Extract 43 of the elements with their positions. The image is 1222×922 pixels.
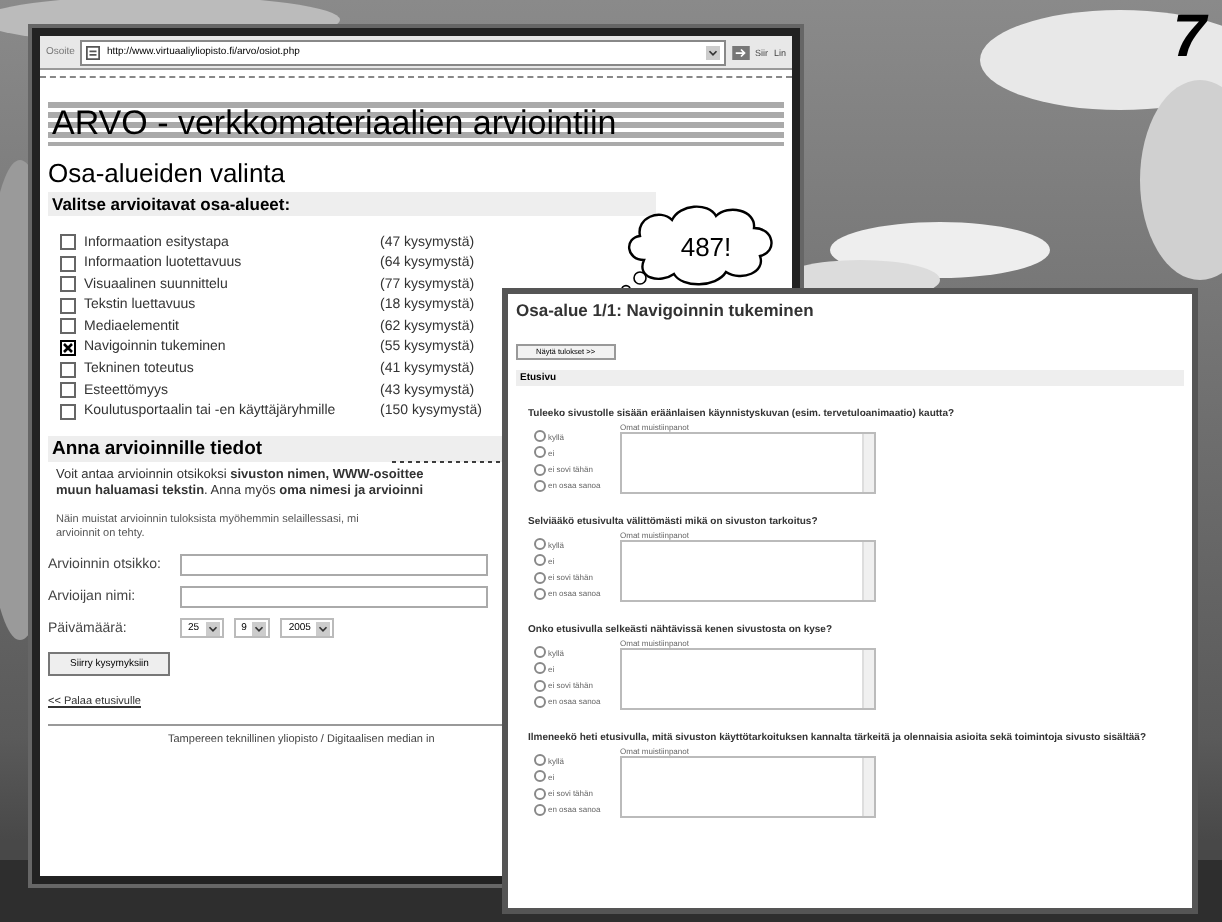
- checkbox[interactable]: [60, 297, 76, 314]
- radio-button[interactable]: [534, 695, 546, 708]
- radio-button[interactable]: [534, 770, 546, 783]
- radio-button[interactable]: [534, 463, 546, 476]
- checkbox[interactable]: [60, 361, 76, 378]
- checkbox[interactable]: [60, 403, 76, 420]
- radio-button[interactable]: [534, 587, 546, 600]
- radio-button[interactable]: [534, 787, 546, 800]
- radio-button[interactable]: [534, 479, 546, 492]
- radio-button[interactable]: [534, 646, 546, 658]
- page-icon: [86, 45, 101, 59]
- radio-button[interactable]: [534, 662, 546, 675]
- notes-field[interactable]: [620, 540, 876, 602]
- dropdown-icon[interactable]: [706, 45, 721, 59]
- radio-button[interactable]: [534, 446, 546, 459]
- page-heading: Osa-alueiden valinta: [48, 158, 288, 188]
- input-field[interactable]: [180, 585, 488, 607]
- checkbox[interactable]: [60, 339, 76, 356]
- notes-field[interactable]: [620, 432, 876, 494]
- arrow-icon: [732, 45, 751, 59]
- radio-button[interactable]: [534, 754, 546, 766]
- checkbox[interactable]: [60, 234, 76, 250]
- checkbox[interactable]: [60, 318, 76, 335]
- page-title: ARVO - verkkomateriaalien arviointiin: [52, 104, 617, 142]
- slide-number: 7: [1172, 8, 1206, 68]
- notes-field[interactable]: [620, 648, 876, 710]
- callout-text: 487!: [680, 231, 732, 261]
- checkbox[interactable]: [60, 255, 76, 272]
- radio-button[interactable]: [534, 571, 546, 584]
- radio-button[interactable]: [534, 538, 546, 550]
- radio-button[interactable]: [534, 803, 546, 816]
- radio-button[interactable]: [534, 554, 546, 567]
- notes-field[interactable]: [620, 756, 876, 818]
- radio-button[interactable]: [534, 679, 546, 692]
- section-heading: Valitse arvioitavat osa-alueet:: [48, 192, 656, 216]
- radio-button[interactable]: [534, 430, 546, 442]
- dropdown-icon: [205, 621, 220, 635]
- input-field[interactable]: [180, 553, 488, 575]
- dropdown-icon: [252, 621, 267, 635]
- window-heading: Osa-alue 1/1: Navigoinnin tukeminen: [516, 300, 816, 320]
- checkbox[interactable]: [60, 276, 76, 293]
- checkbox[interactable]: [60, 382, 76, 399]
- dropdown-icon: [316, 621, 331, 635]
